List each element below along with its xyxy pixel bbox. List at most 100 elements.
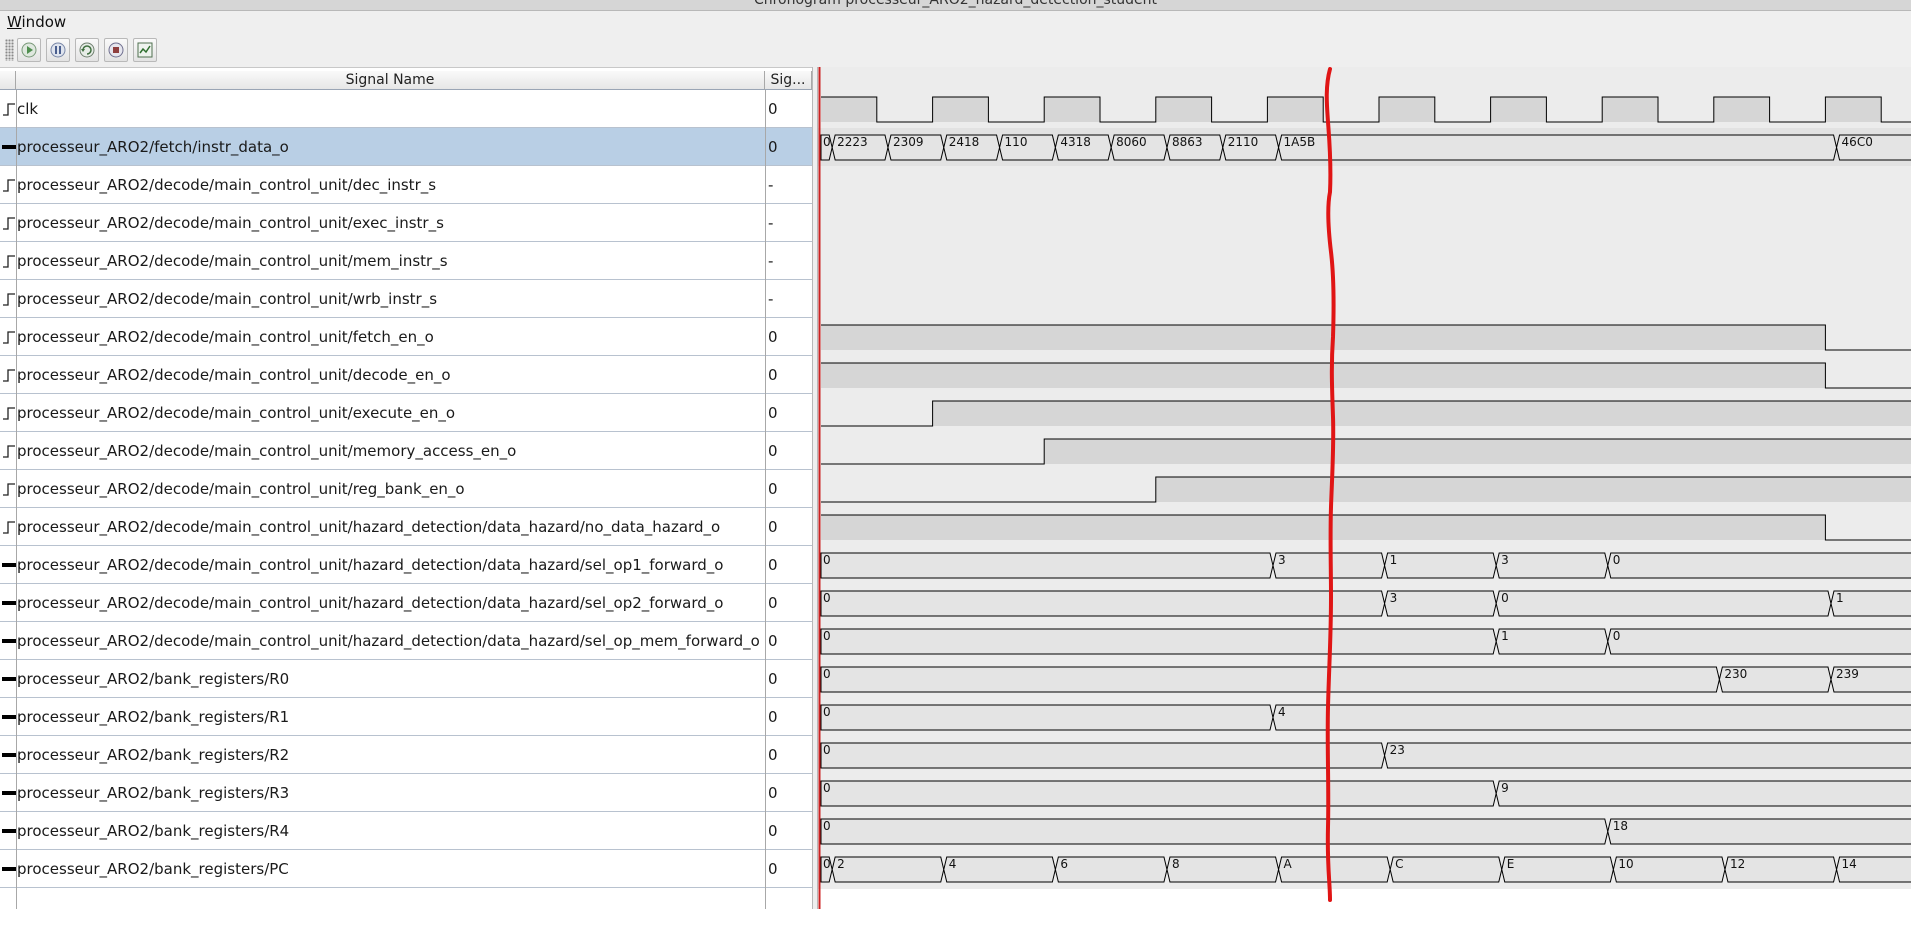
signal-row[interactable]: processeur_ARO2/decode/main_control_unit…	[0, 584, 812, 622]
signal-row[interactable]: processeur_ARO2/decode/main_control_unit…	[0, 508, 812, 546]
run-button[interactable]	[17, 38, 41, 62]
signal-value: 0	[768, 860, 778, 878]
signal-name: processeur_ARO2/decode/main_control_unit…	[17, 632, 760, 650]
sel-op-mem-forward-wave-segment	[1607, 628, 1911, 655]
signal-row[interactable]: clk 0	[0, 90, 812, 128]
signal-row[interactable]: processeur_ARO2/bank_registers/R0 0	[0, 660, 812, 698]
signal-row[interactable]: processeur_ARO2/decode/main_control_unit…	[0, 204, 812, 242]
window-title: Chronogram processeur_ARO2_hazard_detect…	[753, 0, 1158, 8]
instr-data-wave-value-label: 8060	[1116, 135, 1147, 149]
no-data-hazard-wave-high-fill	[821, 515, 1826, 540]
signal-name: clk	[17, 100, 39, 118]
signal-row[interactable]: processeur_ARO2/decode/main_control_unit…	[0, 166, 812, 204]
signal-value-column-header[interactable]: Sig...	[765, 71, 812, 90]
pc-wave-segment	[1054, 856, 1168, 883]
reg-bank-en-wave-high-fill	[1155, 477, 1911, 502]
bottom-area	[0, 909, 1911, 946]
signal-value: 0	[768, 138, 778, 156]
sel-op-mem-forward-wave-value-label: 0	[1613, 629, 1621, 643]
pc-wave-value-label: 0	[823, 857, 831, 871]
signal-row[interactable]: processeur_ARO2/decode/main_control_unit…	[0, 546, 812, 584]
bit-signal-icon	[3, 331, 15, 344]
sel-op1-forward-wave-value-label: 3	[1278, 553, 1286, 567]
pc-wave-value-label: 12	[1730, 857, 1745, 871]
signal-row[interactable]: processeur_ARO2/decode/main_control_unit…	[0, 394, 812, 432]
sel-op1-forward-wave-value-label: 0	[1613, 553, 1621, 567]
signal-value: 0	[768, 632, 778, 650]
menu-window[interactable]: Window	[7, 13, 66, 31]
waveform-canvas[interactable]: 0 2223 2309 2418 110 4318 8060 8863 2110 1A5B 46C0…	[818, 67, 1911, 946]
pause-button[interactable]	[46, 38, 70, 62]
r1-wave-segment	[820, 704, 1274, 731]
signal-row[interactable]: processeur_ARO2/decode/main_control_unit…	[0, 622, 812, 660]
fetch-en-wave-high-fill	[821, 325, 1826, 350]
pc-wave-value-label: A	[1284, 857, 1293, 871]
pc-wave-segment	[1166, 856, 1280, 883]
signal-row[interactable]: processeur_ARO2/fetch/instr_data_o 0	[0, 128, 812, 166]
pause-icon	[50, 42, 66, 58]
signal-value: 0	[768, 480, 778, 498]
zoom-fit-button[interactable]	[133, 38, 157, 62]
clk-wave-high-fill	[1379, 97, 1435, 122]
pc-wave-segment	[1389, 856, 1503, 883]
signal-row[interactable]: processeur_ARO2/decode/main_control_unit…	[0, 242, 812, 280]
signal-row[interactable]: processeur_ARO2/decode/main_control_unit…	[0, 318, 812, 356]
bit-signal-icon	[3, 521, 15, 534]
signal-row[interactable]: processeur_ARO2/decode/main_control_unit…	[0, 280, 812, 318]
r4-wave-segment	[820, 818, 1609, 845]
signal-name: processeur_ARO2/bank_registers/PC	[17, 860, 289, 878]
bus-signal-icon	[2, 715, 16, 719]
sel-op2-forward-wave-segment	[1384, 590, 1497, 617]
bit-signal-icon	[3, 179, 15, 192]
sel-op1-forward-wave-segment	[1607, 552, 1911, 579]
bus-signal-icon	[2, 639, 16, 643]
signal-name: processeur_ARO2/decode/main_control_unit…	[17, 290, 438, 308]
bus-signal-icon	[2, 677, 16, 681]
r3-wave-value-label: 0	[823, 781, 831, 795]
signal-value: -	[768, 214, 774, 232]
r4-wave-value-label: 18	[1613, 819, 1628, 833]
signal-name: processeur_ARO2/bank_registers/R0	[17, 670, 290, 688]
signal-value: 0	[768, 366, 778, 384]
clk-wave-high-fill	[1825, 97, 1882, 122]
pc-wave-value-label: C	[1395, 857, 1403, 871]
signal-name: processeur_ARO2/decode/main_control_unit…	[17, 442, 517, 460]
signal-name: processeur_ARO2/bank_registers/R2	[17, 746, 290, 764]
signal-row[interactable]: processeur_ARO2/bank_registers/R3 0	[0, 774, 812, 812]
instr-data-wave-value-label: 4318	[1060, 135, 1091, 149]
restart-button[interactable]	[75, 38, 99, 62]
signal-name: processeur_ARO2/decode/main_control_unit…	[17, 176, 437, 194]
instr-data-wave-value-label: 8863	[1172, 135, 1203, 149]
sel-op1-forward-wave-value-label: 0	[823, 553, 831, 567]
toolbar-grip[interactable]	[5, 39, 14, 61]
signal-row[interactable]: processeur_ARO2/decode/main_control_unit…	[0, 432, 812, 470]
signal-name: processeur_ARO2/decode/main_control_unit…	[17, 594, 724, 612]
signal-name: processeur_ARO2/decode/main_control_unit…	[17, 404, 456, 422]
r4-wave-value-label: 0	[823, 819, 831, 833]
signal-row[interactable]: processeur_ARO2/bank_registers/R2 0	[0, 736, 812, 774]
signal-row[interactable]: processeur_ARO2/bank_registers/R1 0	[0, 698, 812, 736]
signal-row[interactable]: processeur_ARO2/bank_registers/PC 0	[0, 850, 812, 888]
signal-value: -	[768, 176, 774, 194]
icon-column-header	[0, 71, 16, 90]
sel-op-mem-forward-wave-segment	[1495, 628, 1609, 655]
signal-name: processeur_ARO2/decode/main_control_unit…	[17, 366, 451, 384]
signal-value: 0	[768, 556, 778, 574]
decode-en-wave-high-fill	[821, 363, 1826, 388]
sel-op2-forward-wave-value-label: 3	[1390, 591, 1398, 605]
signal-row[interactable]: processeur_ARO2/bank_registers/R4 0	[0, 812, 812, 850]
bit-signal-icon	[3, 217, 15, 230]
stop-button[interactable]	[104, 38, 128, 62]
signal-name-column-header[interactable]: Signal Name	[16, 71, 765, 90]
pc-wave-value-label: 4	[949, 857, 957, 871]
signal-row[interactable]: processeur_ARO2/decode/main_control_unit…	[0, 470, 812, 508]
r2-wave-segment	[1384, 742, 1911, 769]
sel-op2-forward-wave-segment	[820, 590, 1386, 617]
instr-data-wave-value-label: 1A5B	[1284, 135, 1316, 149]
bus-signal-icon	[2, 791, 16, 795]
signal-row[interactable]: processeur_ARO2/decode/main_control_unit…	[0, 356, 812, 394]
menu-bar: Window	[0, 11, 1911, 33]
clk-wave-high-fill	[1602, 97, 1658, 122]
bit-signal-icon	[3, 407, 15, 420]
signal-value: 0	[768, 518, 778, 536]
